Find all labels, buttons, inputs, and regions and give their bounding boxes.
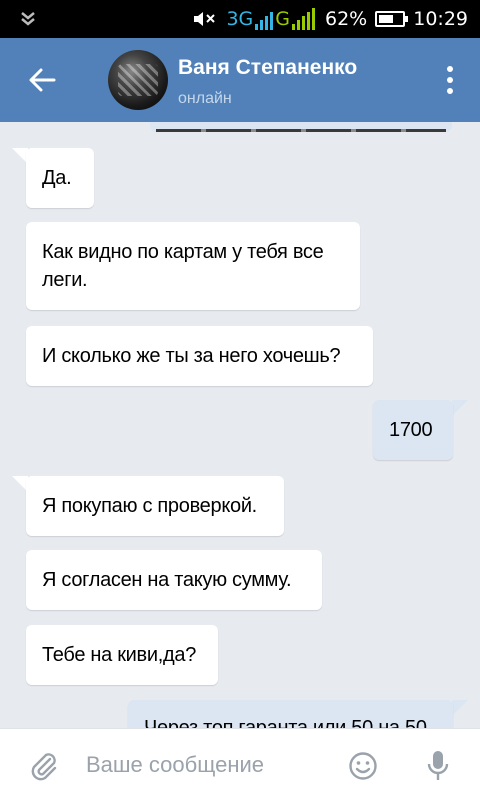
signal-g-icon <box>292 8 315 30</box>
network-indicator: 3G G <box>226 8 317 30</box>
message-text: 1700 <box>389 419 433 441</box>
battery-percent: 62% <box>325 8 368 30</box>
message-text: Как видно по картам у тебя все леги. <box>42 241 324 291</box>
status-bar: 3G G 62% 10:29 <box>0 0 480 38</box>
message-list[interactable]: Да. Как видно по картам у тебя все леги.… <box>0 122 480 728</box>
paperclip-icon[interactable] <box>28 749 60 781</box>
message-incoming[interactable]: Я покупаю с проверкой. <box>26 476 284 536</box>
more-vert-icon[interactable] <box>446 66 454 94</box>
message-incoming[interactable]: И сколько же ты за него хочешь? <box>26 326 373 386</box>
signal-3g-icon <box>255 10 274 30</box>
battery-fill <box>379 15 394 23</box>
mic-icon[interactable] <box>426 749 450 783</box>
bubble-tail <box>452 400 468 416</box>
message-incoming[interactable]: Тебе на киви,да? <box>26 625 218 685</box>
clock: 10:29 <box>413 8 468 30</box>
message-incoming[interactable]: Да. <box>26 148 94 208</box>
arrow-left-icon[interactable] <box>28 66 56 94</box>
message-text: Тебе на киви,да? <box>42 644 197 666</box>
message-incoming[interactable]: Как видно по картам у тебя все леги. <box>26 222 360 310</box>
message-input[interactable] <box>86 747 336 783</box>
notification-icon <box>21 12 35 26</box>
mute-icon <box>194 12 216 26</box>
network-3g-label: 3G <box>226 8 254 30</box>
message-text: Я согласен на такую сумму. <box>42 569 292 591</box>
composer-bar <box>0 728 480 800</box>
network-g-label: G <box>275 8 290 30</box>
avatar[interactable] <box>108 50 168 110</box>
bubble-tail <box>452 700 468 716</box>
contact-name[interactable]: Ваня Степаненко <box>178 56 357 80</box>
chat-header: Ваня Степаненко онлайн <box>0 38 480 122</box>
message-text: И сколько же ты за него хочешь? <box>42 345 341 367</box>
previous-message-fragment <box>150 122 452 132</box>
message-text: Я покупаю с проверкой. <box>42 495 257 517</box>
message-text: Через топ гаранта или 50 на 50 <box>144 717 427 728</box>
message-incoming[interactable]: Я согласен на такую сумму. <box>26 550 322 610</box>
battery-icon <box>375 11 409 27</box>
message-outgoing[interactable]: 1700 <box>373 400 453 460</box>
message-outgoing[interactable]: Через топ гаранта или 50 на 50 <box>128 700 453 728</box>
smile-icon[interactable] <box>348 751 378 781</box>
contact-status: онлайн <box>178 90 232 107</box>
message-text: Да. <box>42 167 72 189</box>
